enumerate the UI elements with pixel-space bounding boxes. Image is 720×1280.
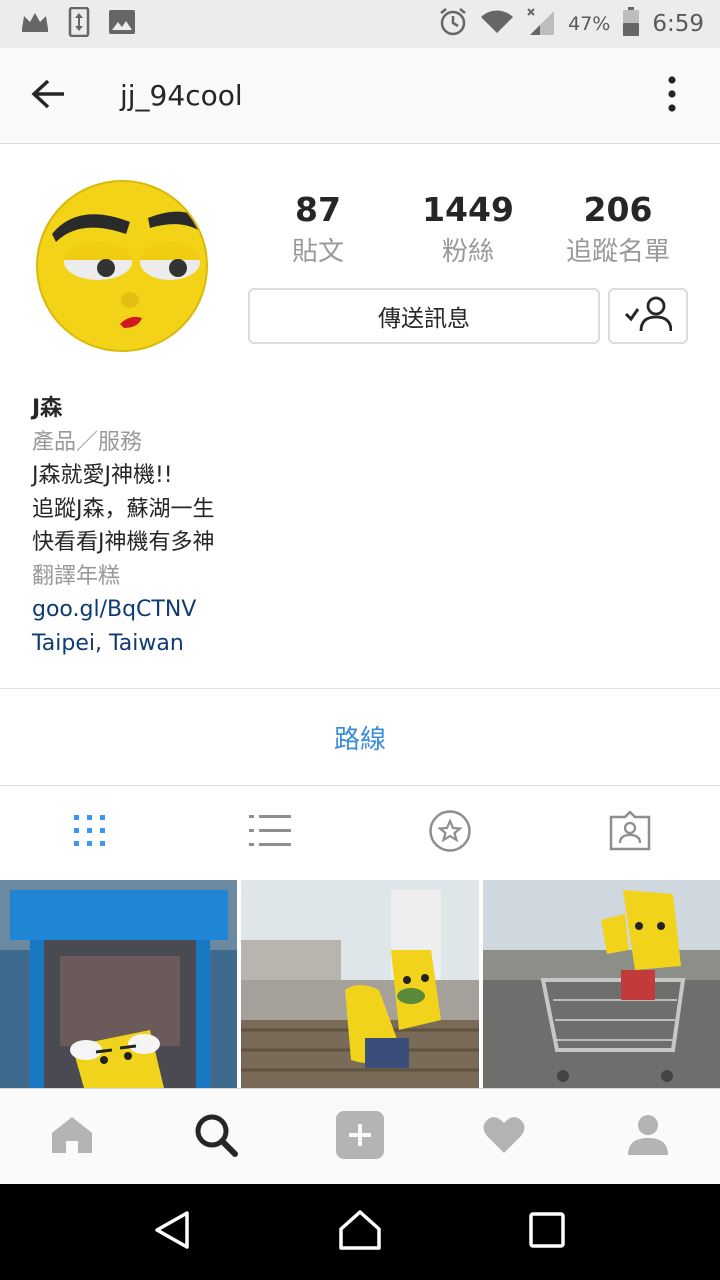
posts-label: 貼文 bbox=[291, 237, 344, 267]
following-check-icon bbox=[624, 294, 673, 338]
translate-link[interactable]: 翻譯年糕 bbox=[32, 560, 692, 594]
directions-button[interactable]: 路線 bbox=[0, 690, 720, 784]
profile-avatar[interactable] bbox=[36, 180, 208, 352]
back-icon bbox=[153, 1210, 193, 1254]
profile-tabs bbox=[0, 786, 720, 880]
phone-transfer-icon bbox=[68, 6, 90, 41]
bottom-navigation bbox=[0, 1088, 720, 1184]
signal-icon bbox=[526, 7, 556, 41]
tab-grid[interactable] bbox=[0, 786, 180, 880]
system-recents-button[interactable] bbox=[497, 1184, 597, 1280]
app-bar: jj_94cool bbox=[0, 48, 720, 144]
nav-activity[interactable] bbox=[432, 1089, 576, 1185]
recents-icon bbox=[528, 1212, 565, 1252]
location-link[interactable]: Taipei, Taiwan bbox=[32, 627, 692, 661]
alarm-icon bbox=[438, 7, 468, 41]
add-icon bbox=[336, 1111, 384, 1163]
crown-icon bbox=[20, 11, 50, 37]
system-navigation-bar bbox=[0, 1184, 720, 1280]
tab-list[interactable] bbox=[180, 786, 360, 880]
battery-percent: 47% bbox=[568, 13, 611, 35]
business-category: 產品／服務 bbox=[32, 429, 143, 455]
followers-stat[interactable]: 1449 粉絲 bbox=[398, 188, 538, 272]
profile-stats: 87 貼文 1449 粉絲 206 追蹤名單 bbox=[248, 188, 688, 272]
search-icon bbox=[194, 1113, 238, 1161]
home-icon bbox=[50, 1115, 94, 1159]
bio-line: J森就愛J神機!! bbox=[32, 463, 173, 488]
tagged-photos-icon bbox=[609, 810, 651, 855]
nav-search[interactable] bbox=[144, 1089, 288, 1185]
nav-home[interactable] bbox=[0, 1089, 144, 1185]
nav-profile[interactable] bbox=[576, 1089, 720, 1185]
following-stat[interactable]: 206 追蹤名單 bbox=[548, 188, 688, 272]
profile-bio: J森 產品／服務 J森就愛J神機!! 追蹤J森，蘇湖一生 快看看J神機有多神 翻… bbox=[32, 392, 692, 660]
star-tag-icon bbox=[428, 809, 472, 857]
bio-line: 快看看J神機有多神 bbox=[32, 530, 215, 555]
nav-add-post[interactable] bbox=[288, 1089, 432, 1185]
grid-icon bbox=[72, 813, 108, 853]
home-icon bbox=[338, 1209, 382, 1255]
list-icon bbox=[249, 813, 291, 853]
back-button[interactable] bbox=[0, 48, 96, 144]
wifi-icon bbox=[480, 9, 514, 39]
send-message-button[interactable]: 傳送訊息 bbox=[248, 288, 600, 344]
posts-stat[interactable]: 87 貼文 bbox=[248, 188, 388, 272]
heart-icon bbox=[482, 1115, 526, 1159]
following-button[interactable] bbox=[608, 288, 688, 344]
followers-count: 1449 bbox=[422, 190, 514, 229]
followers-label: 粉絲 bbox=[441, 237, 494, 267]
bio-line: 追蹤J森，蘇湖一生 bbox=[32, 496, 215, 522]
system-home-button[interactable] bbox=[310, 1184, 410, 1280]
status-bar: 47% 6:59 bbox=[0, 0, 720, 48]
photo-thumbnail[interactable] bbox=[0, 880, 238, 1088]
system-back-button[interactable] bbox=[123, 1184, 223, 1280]
tab-tagged-photos[interactable] bbox=[540, 786, 720, 880]
following-label: 追蹤名單 bbox=[565, 237, 670, 267]
display-name: J森 bbox=[32, 396, 63, 421]
screen: 47% 6:59 jj_94cool 87 貼文 1449 粉絲 206 追蹤名… bbox=[0, 0, 720, 1280]
photo-thumbnail[interactable] bbox=[241, 880, 479, 1088]
tab-tagged-star[interactable] bbox=[360, 786, 540, 880]
battery-icon bbox=[622, 7, 640, 41]
photo-grid bbox=[0, 880, 720, 1088]
posts-count: 87 bbox=[295, 190, 341, 229]
photo-thumbnail[interactable] bbox=[482, 880, 720, 1088]
divider bbox=[0, 688, 720, 689]
more-options-button[interactable] bbox=[624, 48, 720, 144]
website-link[interactable]: goo.gl/BqCTNV bbox=[32, 593, 692, 627]
more-vert-icon bbox=[668, 75, 676, 116]
clock-time: 6:59 bbox=[652, 11, 704, 37]
back-arrow-icon bbox=[30, 78, 66, 114]
image-icon bbox=[108, 9, 136, 39]
following-count: 206 bbox=[583, 190, 653, 229]
profile-icon bbox=[627, 1114, 669, 1160]
profile-username: jj_94cool bbox=[120, 79, 243, 112]
